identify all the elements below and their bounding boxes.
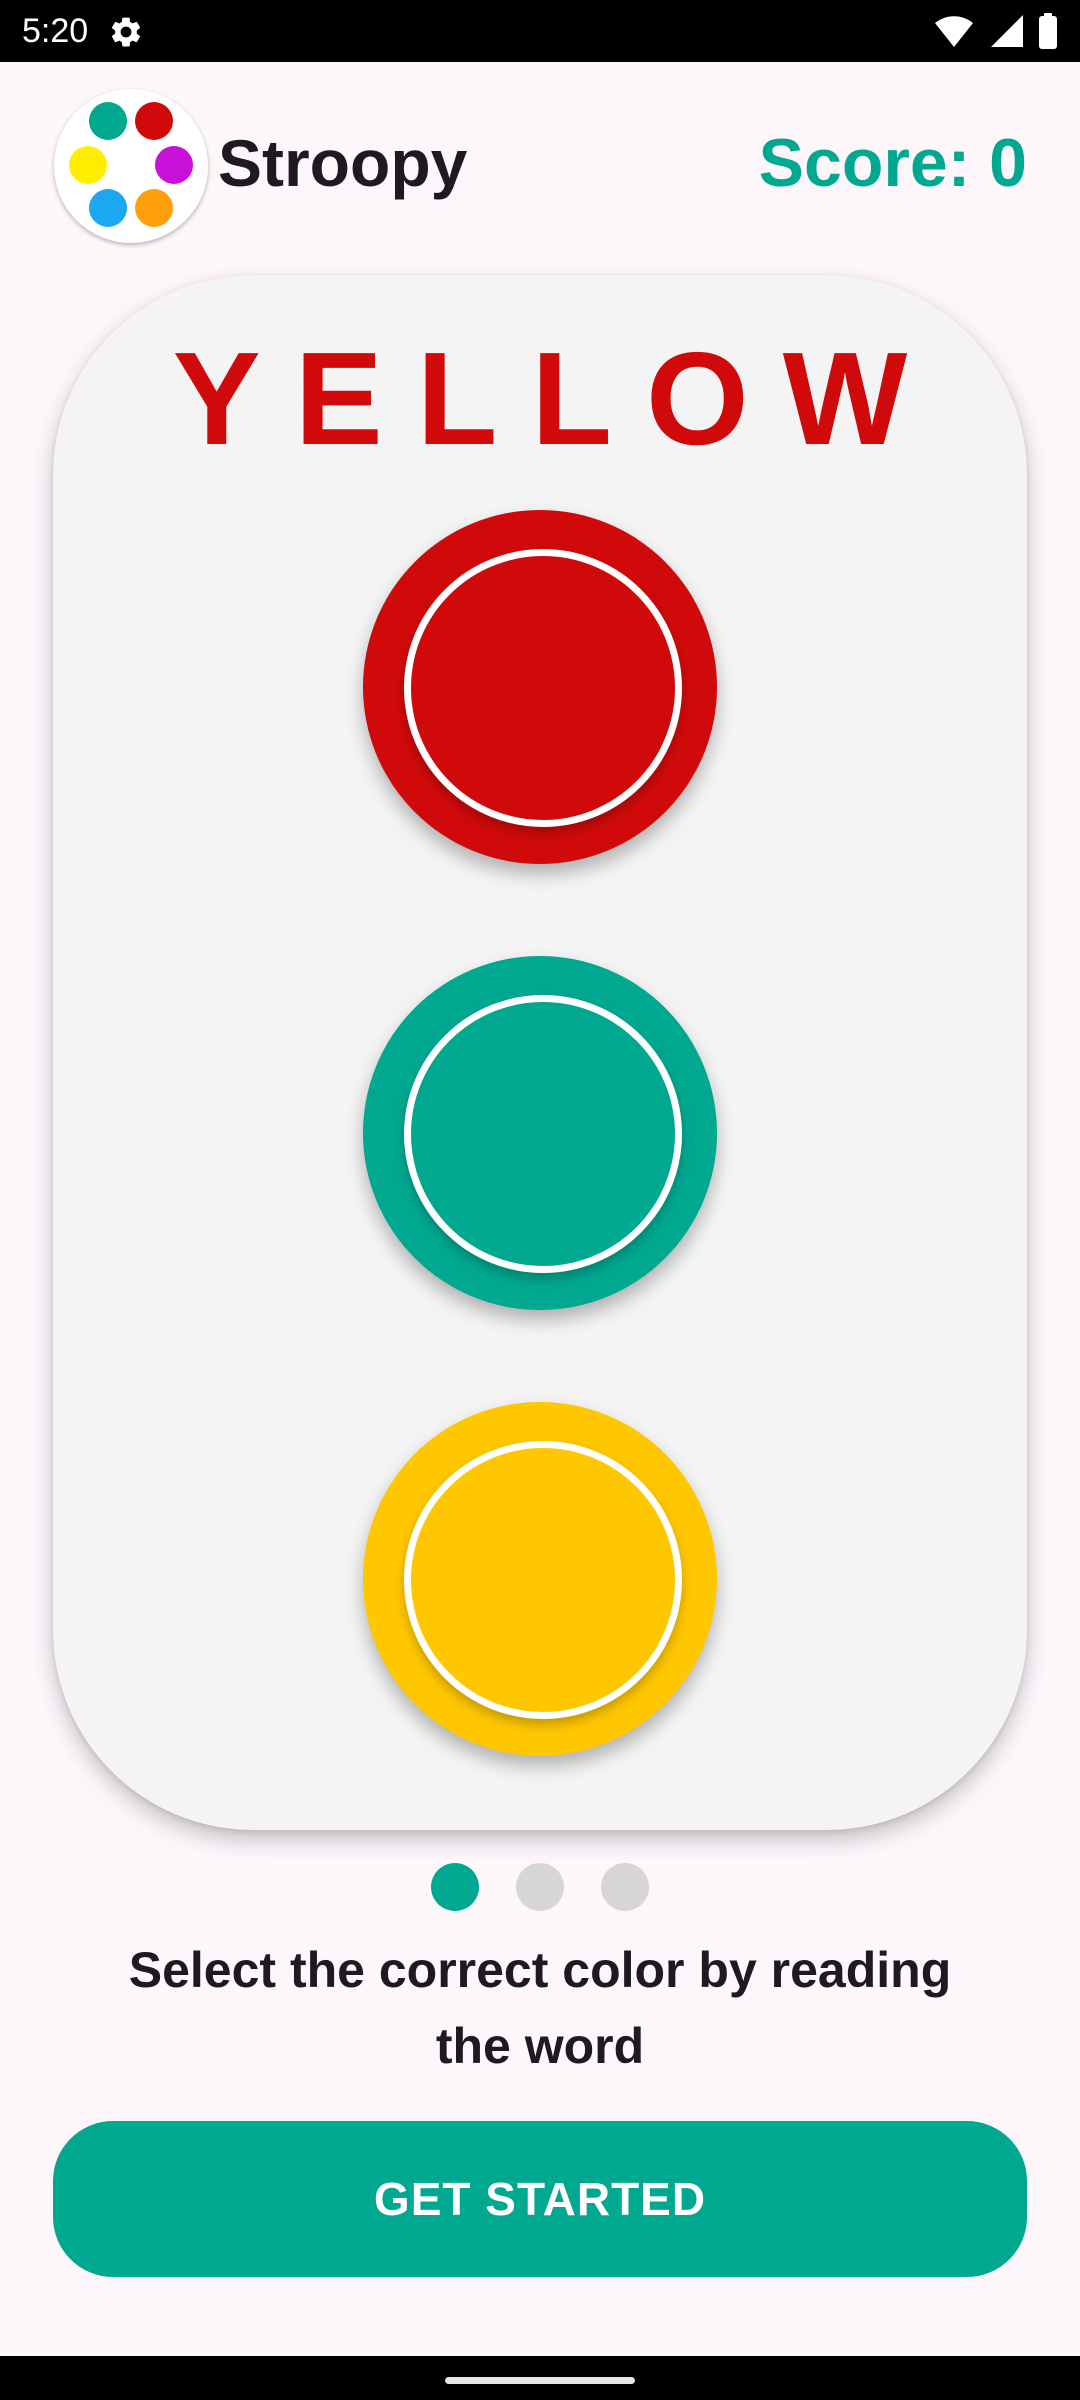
navigation-bar	[0, 2356, 1080, 2400]
page-dot-1[interactable]	[431, 1863, 479, 1911]
page-indicator	[0, 1863, 1080, 1911]
logo-dot-blue	[89, 189, 127, 227]
status-time: 5:20	[22, 12, 89, 50]
logo-dot-purple	[155, 146, 193, 184]
page-dot-2[interactable]	[516, 1863, 564, 1911]
app-logo-icon	[54, 89, 208, 243]
green-color-button[interactable]	[363, 956, 717, 1310]
status-icons	[934, 12, 1058, 50]
green-button-ring	[404, 995, 682, 1273]
onboarding-screen: 5:20 Stroopy Score: 0 YELLOW Select the …	[0, 0, 1080, 2400]
logo-dot-yellow	[69, 146, 107, 184]
battery-icon	[1039, 13, 1057, 49]
yellow-button-ring	[404, 1441, 682, 1719]
page-dot-3[interactable]	[601, 1863, 649, 1911]
home-indicator[interactable]	[445, 2377, 635, 2384]
logo-dot-green	[89, 102, 127, 140]
score-label: Score: 0	[758, 125, 1027, 201]
red-color-button[interactable]	[363, 510, 717, 864]
instruction-text: Select the correct color by reading the …	[128, 1942, 952, 2074]
yellow-color-button[interactable]	[363, 1402, 717, 1756]
logo-dot-orange	[135, 189, 173, 227]
settings-icon	[111, 17, 141, 47]
game-card: YELLOW	[53, 275, 1027, 1830]
red-button-ring	[404, 549, 682, 827]
signal-icon	[991, 15, 1023, 47]
logo-dot-red	[135, 102, 173, 140]
status-bar: 5:20	[0, 0, 1080, 62]
app-title: Stroopy	[218, 126, 468, 200]
wifi-icon	[935, 16, 973, 47]
stroop-word: YELLOW	[172, 325, 942, 472]
get-started-button[interactable]: GET STARTED	[53, 2121, 1027, 2277]
